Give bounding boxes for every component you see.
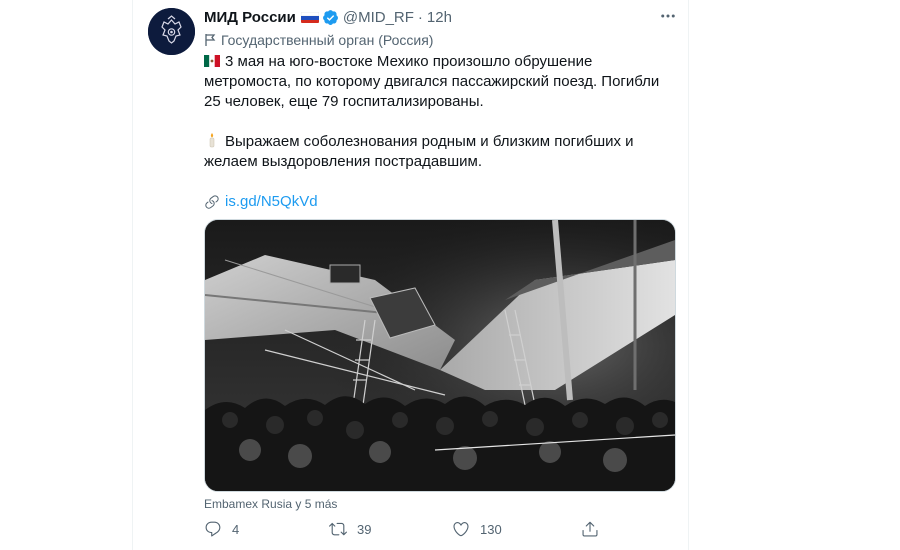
russia-flag-icon: [300, 11, 319, 23]
tweet-link-row: is.gd/N5QkVd: [204, 192, 678, 212]
tweet-paragraph-1-text: 3 мая на юго-востоке Мехико произошло об…: [204, 53, 660, 110]
tweet-paragraph-2-text: Выражаем соболезнования родным и близким…: [204, 133, 634, 170]
like-button[interactable]: 130: [452, 520, 502, 538]
reply-button[interactable]: 4: [204, 520, 239, 538]
tweet-paragraph-1: 3 мая на юго-востоке Мехико произошло об…: [204, 52, 678, 112]
more-options-button[interactable]: [658, 7, 678, 27]
flag-outline-icon: [205, 34, 216, 46]
retweet-count: 39: [357, 521, 372, 537]
candle-icon: [204, 132, 220, 148]
more-horizontal-icon: [661, 14, 675, 18]
government-label[interactable]: Государственный орган (Россия): [204, 32, 433, 48]
separator-dot: ·: [417, 8, 423, 26]
heart-icon: [453, 522, 469, 537]
share-icon: [582, 521, 598, 537]
author-name[interactable]: МИД России: [204, 9, 296, 26]
bridge-collapse-photo: [205, 220, 675, 491]
tweet-link[interactable]: is.gd/N5QkVd: [225, 192, 318, 212]
link-icon: [205, 195, 219, 209]
like-count: 130: [480, 521, 502, 537]
share-button[interactable]: [581, 520, 609, 538]
tweet-media-photo[interactable]: [204, 219, 676, 492]
government-label-text: Государственный орган (Россия): [221, 32, 434, 48]
reply-count: 4: [232, 521, 240, 537]
mexico-flag-icon: [204, 54, 220, 68]
tweet-card[interactable]: МИД России @MID_RF · 12h Государственный…: [132, 0, 689, 550]
verified-badge-icon: [322, 9, 339, 26]
author-handle[interactable]: @MID_RF: [343, 9, 414, 26]
tweet-header: МИД России @MID_RF · 12h: [204, 7, 452, 27]
reply-icon: [205, 521, 221, 537]
tweet-text: 3 мая на юго-востоке Мехико произошло об…: [204, 52, 678, 212]
retweet-button[interactable]: 39: [329, 520, 371, 538]
tweet-actions: 4 39 130: [204, 520, 604, 544]
coat-of-arms-icon: [148, 8, 195, 55]
tweet-timestamp[interactable]: 12h: [427, 9, 452, 26]
tweet-paragraph-2: Выражаем соболезнования родным и близким…: [204, 132, 678, 172]
media-caption[interactable]: Embamex Rusia y 5 más: [204, 497, 337, 511]
retweet-icon: [329, 522, 347, 536]
avatar[interactable]: [148, 8, 195, 55]
